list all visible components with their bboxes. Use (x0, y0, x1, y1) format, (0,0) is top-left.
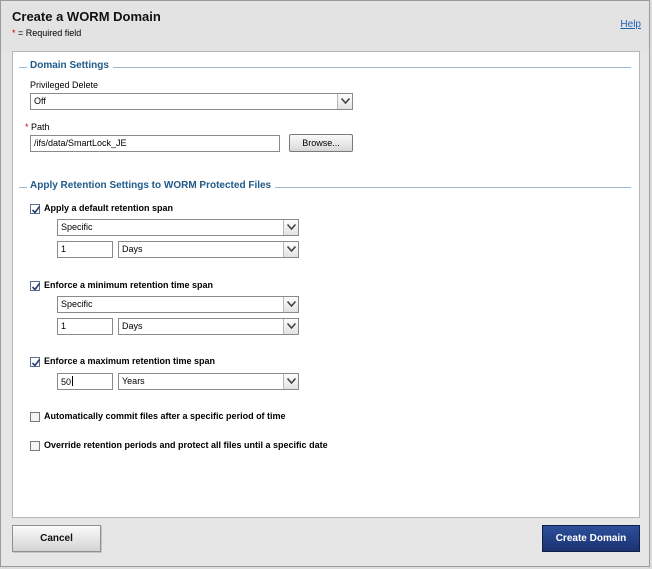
retention-section-header: Apply Retention Settings to WORM Protect… (19, 180, 631, 194)
path-label: Path (31, 122, 50, 132)
chevron-down-icon[interactable] (337, 94, 352, 109)
dialog-title: Create a WORM Domain (12, 9, 161, 24)
default-span-amount-value: 1 (61, 244, 67, 254)
autocommit-checkbox[interactable] (30, 412, 40, 422)
form-panel: Domain Settings Privileged Delete Off * … (12, 51, 640, 518)
override-label: Override retention periods and protect a… (44, 440, 328, 450)
minimum-span-amount-value: 1 (61, 321, 67, 331)
minimum-span-amount-input[interactable]: 1 (57, 318, 113, 335)
domain-settings-heading: Domain Settings (30, 60, 113, 71)
create-worm-domain-dialog: Create a WORM Domain * = Required field … (0, 0, 650, 567)
privileged-delete-value: Off (34, 96, 46, 106)
maximum-span-checkbox[interactable] (30, 357, 41, 367)
retention-heading: Apply Retention Settings to WORM Protect… (30, 180, 276, 191)
dialog-header: Create a WORM Domain * = Required field … (1, 1, 649, 51)
chevron-down-icon[interactable] (283, 297, 298, 312)
autocommit-label: Automatically commit files after a speci… (44, 411, 286, 421)
section-divider (19, 67, 27, 68)
section-divider (19, 187, 27, 188)
default-span-unit-select[interactable]: Days (118, 241, 299, 258)
privileged-delete-label: Privileged Delete (30, 80, 99, 90)
text-cursor (72, 376, 74, 386)
minimum-span-checkbox[interactable] (30, 281, 41, 291)
checkmark-icon (31, 283, 41, 291)
chevron-down-icon[interactable] (283, 242, 298, 257)
required-field-note: * = Required field (12, 28, 81, 38)
override-checkbox[interactable] (30, 441, 40, 451)
checkmark-icon (31, 359, 41, 367)
maximum-span-amount-value: 50 (61, 377, 72, 387)
maximum-span-unit-value: Years (122, 376, 145, 386)
minimum-span-label: Enforce a minimum retention time span (44, 280, 214, 290)
minimum-span-mode-select[interactable]: Specific (57, 296, 299, 313)
default-span-mode-value: Specific (61, 222, 93, 232)
maximum-span-amount-input[interactable]: 50 (57, 373, 113, 390)
browse-button[interactable]: Browse... (289, 134, 353, 152)
default-span-label: Apply a default retention span (44, 203, 174, 213)
default-span-amount-input[interactable]: 1 (57, 241, 113, 258)
privileged-delete-select[interactable]: Off (30, 93, 353, 110)
cancel-button[interactable]: Cancel (12, 525, 101, 552)
path-label-row: * Path (25, 122, 50, 132)
path-value: /ifs/data/SmartLock_JE (34, 138, 127, 148)
help-link[interactable]: Help (620, 19, 641, 30)
maximum-span-unit-select[interactable]: Years (118, 373, 299, 390)
minimum-span-unit-select[interactable]: Days (118, 318, 299, 335)
checkmark-icon (31, 206, 41, 214)
chevron-down-icon[interactable] (283, 374, 298, 389)
section-divider (271, 187, 631, 188)
default-span-unit-value: Days (122, 244, 143, 254)
path-input[interactable]: /ifs/data/SmartLock_JE (30, 135, 280, 152)
default-span-mode-select[interactable]: Specific (57, 219, 299, 236)
maximum-span-amount-wrap: 50 (61, 376, 74, 387)
required-note-text: = Required field (15, 28, 82, 38)
minimum-span-unit-value: Days (122, 321, 143, 331)
domain-settings-section-header: Domain Settings (19, 60, 631, 74)
chevron-down-icon[interactable] (283, 220, 298, 235)
default-span-checkbox[interactable] (30, 204, 41, 214)
chevron-down-icon[interactable] (283, 319, 298, 334)
minimum-span-mode-value: Specific (61, 299, 93, 309)
create-domain-button[interactable]: Create Domain (542, 525, 640, 552)
section-divider (111, 67, 631, 68)
maximum-span-label: Enforce a maximum retention time span (44, 356, 216, 366)
required-star: * (25, 122, 29, 132)
